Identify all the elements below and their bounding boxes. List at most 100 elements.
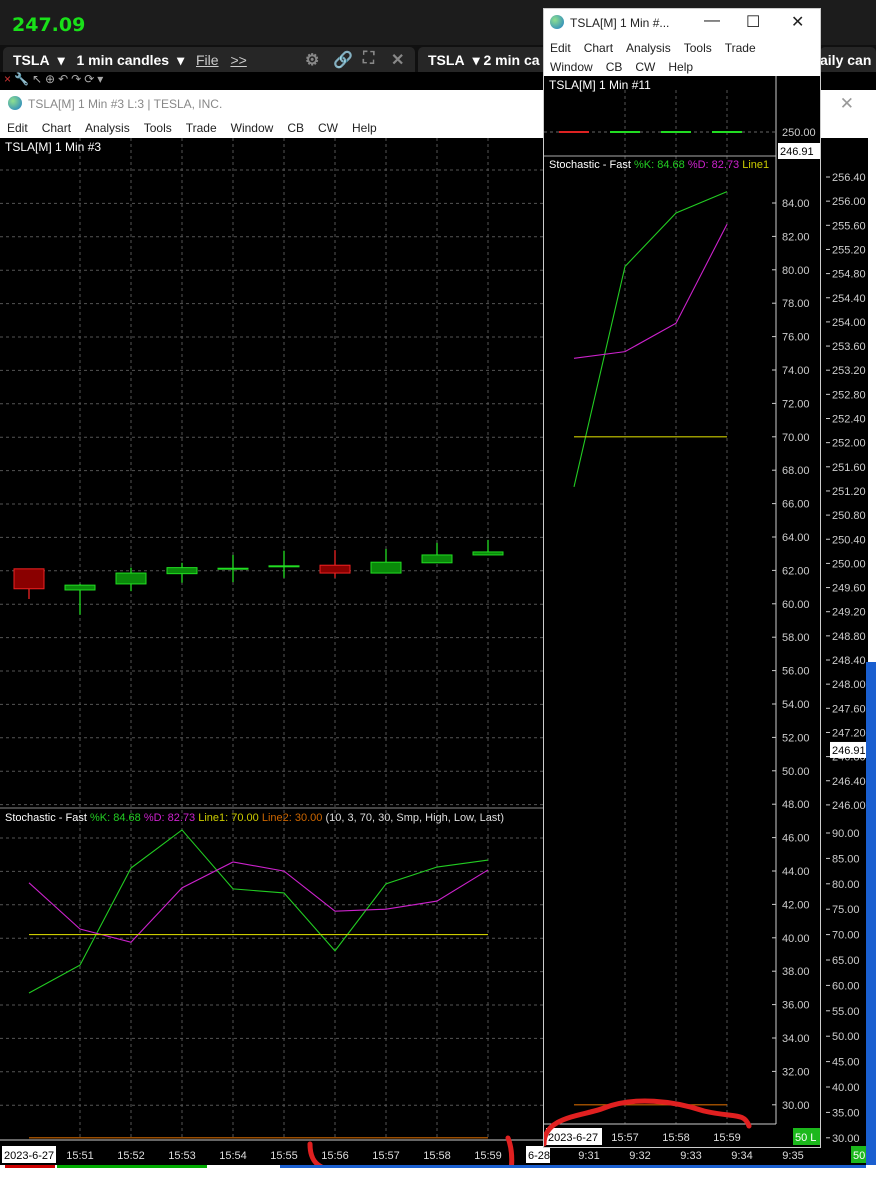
menu-tools[interactable]: Tools [144, 121, 172, 135]
stoch-tick-label: 35.00 [832, 1107, 860, 1119]
tab-indicator [57, 1165, 207, 1168]
menu-help[interactable]: Help [352, 121, 377, 135]
menu-analysis[interactable]: Analysis [626, 41, 671, 55]
link-icon[interactable]: 🔗 [333, 50, 353, 70]
price-tick-label: 255.60 [832, 220, 866, 232]
stoch-tick-label: 46.00 [782, 833, 810, 845]
date-label: 6-28 [528, 1150, 550, 1162]
candle-body [166, 567, 198, 575]
candle-body [472, 551, 504, 556]
window-title: TSLA[M] 1 Min #3 L:3 | TESLA, INC. [28, 97, 223, 111]
menu-cw[interactable]: CW [635, 60, 655, 74]
series-k [28, 829, 489, 994]
stoch-tick-label: 68.00 [782, 465, 810, 477]
chart-tab-3[interactable]: aily can [820, 47, 876, 72]
gear-icon[interactable]: ⚙ [305, 50, 319, 70]
maximize-icon[interactable]: ⛶ [363, 50, 374, 68]
interval-dropdown[interactable]: 1 min candles ▾ [76, 52, 184, 68]
close-window-button[interactable]: ✕ [791, 12, 804, 32]
price-tick-label: 250.80 [832, 510, 866, 522]
menu-trade[interactable]: Trade [725, 41, 756, 55]
price-tick-label: 250.00 [832, 558, 866, 570]
menu-window[interactable]: Window [231, 121, 274, 135]
stoch-tick-label: 30.00 [782, 1100, 810, 1112]
close-icon[interactable]: ✕ [391, 50, 404, 70]
time-tick-label: 15:56 [321, 1150, 349, 1162]
stoch-tick-label: 60.00 [782, 599, 810, 611]
price-tick-label: 249.20 [832, 607, 866, 619]
menu-cw[interactable]: CW [318, 121, 338, 135]
menu-cb[interactable]: CB [287, 121, 304, 135]
time-tick-label: 15:51 [66, 1150, 94, 1162]
symbol-dropdown[interactable]: TSLA ▾ [13, 52, 65, 68]
stoch-tick-label: 34.00 [782, 1033, 810, 1045]
file-menu[interactable]: File [196, 52, 219, 68]
stoch-tick-label: 38.00 [782, 966, 810, 978]
stoch-tick-label: 72.00 [782, 398, 810, 410]
candle-body [370, 561, 402, 574]
stoch-tick-label: 80.00 [782, 265, 810, 277]
minimize-button[interactable]: — [704, 12, 720, 30]
price-tick-label: 251.60 [832, 462, 866, 474]
chart-tab-1[interactable]: TSLA ▾ 1 min candles ▾ File >> ⚙ 🔗 ⛶ ✕ [3, 47, 415, 72]
stoch-tick-label: 82.00 [782, 231, 810, 243]
price-tick-label: 250.00 [782, 127, 816, 139]
small-chart-canvas[interactable]: TSLA[M] 1 Min #11 250.00 246.91 Stochastic … [544, 76, 820, 1147]
menu-trade[interactable]: Trade [186, 121, 217, 135]
stoch-tick-label: 54.00 [782, 699, 810, 711]
stoch-tick-label: 62.00 [782, 565, 810, 577]
menu-tools[interactable]: Tools [684, 41, 712, 55]
menu-analysis[interactable]: Analysis [85, 121, 130, 135]
stoch-tick-label: 74.00 [782, 365, 810, 377]
close-window-button[interactable]: ✕ [840, 94, 854, 114]
cursor-icon[interactable]: ↖ [32, 72, 45, 86]
stoch-tick-label: 58.00 [782, 632, 810, 644]
volume-badge-label: 50 [853, 1150, 865, 1162]
menu-edit[interactable]: Edit [550, 41, 571, 55]
dropdown-icon[interactable]: ▾ [97, 72, 106, 86]
wrench-icon[interactable]: 🔧 [14, 72, 32, 86]
stoch-tick-label: 50.00 [832, 1031, 860, 1043]
window-title-bar: TSLA[M] 1 Min #... [544, 9, 820, 36]
time-tick-label: 15:58 [662, 1132, 690, 1144]
more-button[interactable]: >> [230, 52, 246, 68]
tab-indicator [5, 1165, 55, 1168]
stoch-tick-label: 30.00 [832, 1133, 860, 1145]
legend-item: Line2: 30.00 [262, 812, 326, 824]
menu-chart[interactable]: Chart [584, 41, 613, 55]
last-price: 247.09 [12, 14, 86, 36]
menu-bar: Edit Chart Analysis Tools Trade Window CB CW He… [544, 36, 820, 76]
candle-body [115, 572, 147, 585]
stoch-tick-label: 40.00 [782, 933, 810, 945]
stoch-tick-label: 64.00 [782, 532, 810, 544]
menu-chart[interactable]: Chart [42, 121, 71, 135]
desktop-background [866, 662, 876, 1165]
stoch-tick-label: 48.00 [782, 799, 810, 811]
delete-icon[interactable]: × [4, 72, 14, 86]
legend-item: %K: 84.68 [634, 159, 688, 171]
legend-item: %K: 84.68 [90, 812, 144, 824]
refresh-icon[interactable]: ⟳ [84, 72, 97, 86]
legend-item: Stochastic - Fast [5, 812, 90, 824]
crosshair-icon[interactable]: ⊕ [45, 72, 58, 86]
window-title: TSLA[M] 1 Min #... [570, 16, 670, 30]
menu-help[interactable]: Help [668, 60, 693, 74]
small-chart-window: TSLA[M] 1 Min #... — ☐ ✕ Edit Chart Analys… [543, 8, 821, 1148]
price-tick-label: 252.00 [832, 438, 866, 450]
time-tick-label: 15:53 [168, 1150, 196, 1162]
time-tick-label: 15:58 [423, 1150, 451, 1162]
stoch-tick-label: 85.00 [832, 853, 860, 865]
redo-icon[interactable]: ↷ [71, 72, 84, 86]
time-tick-label: 15:57 [611, 1132, 639, 1144]
stoch-tick-label: 40.00 [832, 1082, 860, 1094]
stoch-tick-label: 32.00 [782, 1066, 810, 1078]
price-tick-label: 253.60 [832, 341, 866, 353]
maximize-button[interactable]: ☐ [746, 12, 760, 32]
undo-icon[interactable]: ↶ [58, 72, 71, 86]
menu-edit[interactable]: Edit [7, 121, 28, 135]
menu-window[interactable]: Window [550, 60, 593, 74]
price-tick-label: 256.00 [832, 196, 866, 208]
menu-cb[interactable]: CB [606, 60, 623, 74]
stoch-tick-label: 70.00 [782, 432, 810, 444]
chart-tab-2[interactable]: TSLA ▾ 2 min ca [418, 47, 548, 72]
